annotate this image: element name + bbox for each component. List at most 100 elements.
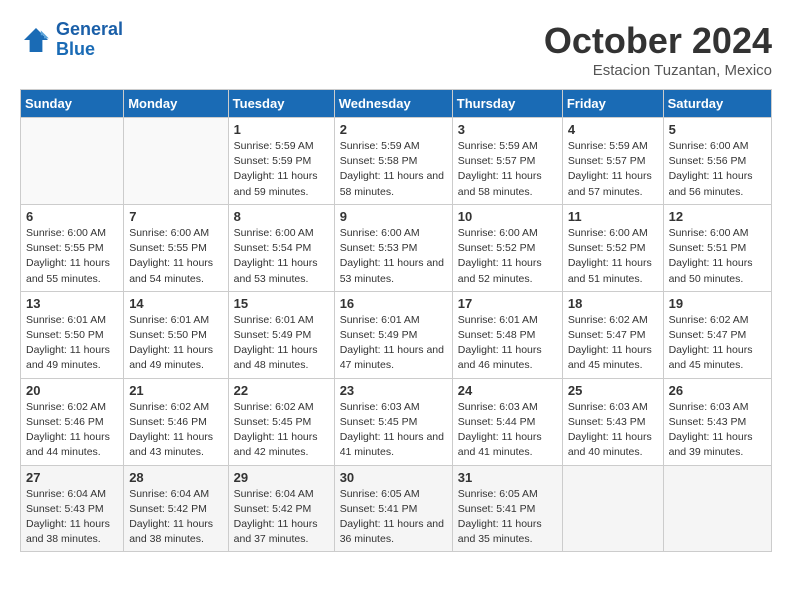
calendar-week-2: 6 Sunrise: 6:00 AMSunset: 5:55 PMDaylight…: [21, 204, 772, 291]
day-info: Sunrise: 6:00 AMSunset: 5:54 PMDaylight:…: [234, 226, 329, 287]
day-number: 3: [458, 122, 557, 137]
calendar-cell: 25 Sunrise: 6:03 AMSunset: 5:43 PMDayligh…: [562, 378, 663, 465]
day-info: Sunrise: 6:03 AMSunset: 5:45 PMDaylight:…: [340, 400, 447, 461]
day-number: 29: [234, 470, 329, 485]
day-number: 21: [129, 383, 222, 398]
day-number: 2: [340, 122, 447, 137]
header-friday: Friday: [562, 90, 663, 118]
calendar-cell: 21 Sunrise: 6:02 AMSunset: 5:46 PMDayligh…: [124, 378, 228, 465]
calendar-cell: 19Sunrise: 6:02 AMSunset: 5:47 PMDayligh…: [663, 291, 771, 378]
day-number: 13: [26, 296, 118, 311]
day-info: Sunrise: 6:02 AMSunset: 5:45 PMDaylight:…: [234, 400, 329, 461]
day-info: Sunrise: 6:04 AMSunset: 5:42 PMDaylight:…: [129, 487, 222, 548]
logo-line2: Blue: [56, 39, 95, 59]
day-number: 11: [568, 209, 658, 224]
day-number: 28: [129, 470, 222, 485]
location: Estacion Tuzantan, Mexico: [544, 62, 772, 79]
logo-line1: General: [56, 19, 123, 39]
calendar-cell: 16 Sunrise: 6:01 AMSunset: 5:49 PMDayligh…: [334, 291, 452, 378]
calendar-cell: 24Sunrise: 6:03 AMSunset: 5:44 PMDayligh…: [452, 378, 562, 465]
calendar-cell: 12 Sunrise: 6:00 AMSunset: 5:51 PMDayligh…: [663, 204, 771, 291]
day-number: 15: [234, 296, 329, 311]
day-info: Sunrise: 6:05 AMSunset: 5:41 PMDaylight:…: [458, 487, 557, 548]
calendar-cell: 27Sunrise: 6:04 AMSunset: 5:43 PMDayligh…: [21, 465, 124, 552]
day-info: Sunrise: 6:03 AMSunset: 5:43 PMDaylight:…: [568, 400, 658, 461]
calendar-cell: 29Sunrise: 6:04 AMSunset: 5:42 PMDayligh…: [228, 465, 334, 552]
calendar-cell: 17 Sunrise: 6:01 AMSunset: 5:48 PMDayligh…: [452, 291, 562, 378]
calendar-cell: 30Sunrise: 6:05 AMSunset: 5:41 PMDayligh…: [334, 465, 452, 552]
calendar-cell: [562, 465, 663, 552]
calendar-cell: 20Sunrise: 6:02 AMSunset: 5:46 PMDayligh…: [21, 378, 124, 465]
header-thursday: Thursday: [452, 90, 562, 118]
day-number: 30: [340, 470, 447, 485]
day-number: 6: [26, 209, 118, 224]
day-info: Sunrise: 6:03 AMSunset: 5:44 PMDaylight:…: [458, 400, 557, 461]
calendar-cell: 1 Sunrise: 5:59 AMSunset: 5:59 PMDaylight…: [228, 118, 334, 205]
calendar-cell: 8 Sunrise: 6:00 AMSunset: 5:54 PMDaylight…: [228, 204, 334, 291]
day-number: 25: [568, 383, 658, 398]
day-number: 23: [340, 383, 447, 398]
day-info: Sunrise: 6:01 AMSunset: 5:50 PMDaylight:…: [129, 313, 222, 374]
day-info: Sunrise: 5:59 AMSunset: 5:57 PMDaylight:…: [458, 139, 557, 200]
day-info: Sunrise: 5:59 AMSunset: 5:59 PMDaylight:…: [234, 139, 329, 200]
calendar-cell: 10 Sunrise: 6:00 AMSunset: 5:52 PMDayligh…: [452, 204, 562, 291]
day-info: Sunrise: 6:04 AMSunset: 5:43 PMDaylight:…: [26, 487, 118, 548]
day-info: Sunrise: 6:01 AMSunset: 5:49 PMDaylight:…: [234, 313, 329, 374]
header-wednesday: Wednesday: [334, 90, 452, 118]
calendar-week-3: 13 Sunrise: 6:01 AMSunset: 5:50 PMDayligh…: [21, 291, 772, 378]
calendar-cell: [663, 465, 771, 552]
calendar-cell: 4 Sunrise: 5:59 AMSunset: 5:57 PMDaylight…: [562, 118, 663, 205]
calendar-cell: [124, 118, 228, 205]
calendar-cell: 15 Sunrise: 6:01 AMSunset: 5:49 PMDayligh…: [228, 291, 334, 378]
calendar-week-5: 27Sunrise: 6:04 AMSunset: 5:43 PMDayligh…: [21, 465, 772, 552]
logo: General Blue: [20, 20, 123, 60]
day-info: Sunrise: 6:01 AMSunset: 5:49 PMDaylight:…: [340, 313, 447, 374]
day-info: Sunrise: 6:03 AMSunset: 5:43 PMDaylight:…: [669, 400, 766, 461]
day-info: Sunrise: 6:00 AMSunset: 5:56 PMDaylight:…: [669, 139, 766, 200]
day-info: Sunrise: 5:59 AMSunset: 5:57 PMDaylight:…: [568, 139, 658, 200]
calendar-cell: 22 Sunrise: 6:02 AMSunset: 5:45 PMDayligh…: [228, 378, 334, 465]
calendar-cell: 3 Sunrise: 5:59 AMSunset: 5:57 PMDaylight…: [452, 118, 562, 205]
day-info: Sunrise: 6:01 AMSunset: 5:50 PMDaylight:…: [26, 313, 118, 374]
logo-text: General Blue: [56, 20, 123, 60]
day-info: Sunrise: 6:02 AMSunset: 5:47 PMDaylight:…: [669, 313, 766, 374]
day-number: 8: [234, 209, 329, 224]
calendar-cell: 9 Sunrise: 6:00 AMSunset: 5:53 PMDaylight…: [334, 204, 452, 291]
calendar-cell: 18Sunrise: 6:02 AMSunset: 5:47 PMDayligh…: [562, 291, 663, 378]
day-info: Sunrise: 6:00 AMSunset: 5:55 PMDaylight:…: [26, 226, 118, 287]
calendar-cell: 28 Sunrise: 6:04 AMSunset: 5:42 PMDayligh…: [124, 465, 228, 552]
calendar-week-4: 20 Sunrise: 6:02 AMSunset: 5:46 PMDayligh…: [21, 378, 772, 465]
calendar-cell: 2 Sunrise: 5:59 AMSunset: 5:58 PMDaylight…: [334, 118, 452, 205]
day-info: Sunrise: 6:00 AMSunset: 5:53 PMDaylight:…: [340, 226, 447, 287]
day-number: 18: [568, 296, 658, 311]
day-number: 4: [568, 122, 658, 137]
header-tuesday: Tuesday: [228, 90, 334, 118]
calendar-header-row: SundayMondayTuesdayWednesdayThursdayFrid…: [21, 90, 772, 118]
calendar-week-1: 1 Sunrise: 5:59 AMSunset: 5:59 PMDaylight…: [21, 118, 772, 205]
day-number: 10: [458, 209, 557, 224]
day-number: 9: [340, 209, 447, 224]
day-info: Sunrise: 6:01 AMSunset: 5:48 PMDaylight:…: [458, 313, 557, 374]
calendar-cell: 14 Sunrise: 6:01 AMSunset: 5:50 PMDayligh…: [124, 291, 228, 378]
day-number: 7: [129, 209, 222, 224]
day-number: 16: [340, 296, 447, 311]
day-info: Sunrise: 6:00 AMSunset: 5:52 PMDaylight:…: [568, 226, 658, 287]
day-number: 12: [669, 209, 766, 224]
day-number: 20: [26, 383, 118, 398]
month-title: October 2024: [544, 20, 772, 62]
day-number: 26: [669, 383, 766, 398]
day-number: 14: [129, 296, 222, 311]
calendar-cell: 23 Sunrise: 6:03 AMSunset: 5:45 PMDayligh…: [334, 378, 452, 465]
day-number: 22: [234, 383, 329, 398]
header-saturday: Saturday: [663, 90, 771, 118]
calendar-cell: 26 Sunrise: 6:03 AMSunset: 5:43 PMDayligh…: [663, 378, 771, 465]
day-info: Sunrise: 6:00 AMSunset: 5:55 PMDaylight:…: [129, 226, 222, 287]
calendar-cell: 13 Sunrise: 6:01 AMSunset: 5:50 PMDayligh…: [21, 291, 124, 378]
day-info: Sunrise: 6:00 AMSunset: 5:52 PMDaylight:…: [458, 226, 557, 287]
calendar-cell: 5Sunrise: 6:00 AMSunset: 5:56 PMDaylight…: [663, 118, 771, 205]
day-info: Sunrise: 6:00 AMSunset: 5:51 PMDaylight:…: [669, 226, 766, 287]
day-info: Sunrise: 5:59 AMSunset: 5:58 PMDaylight:…: [340, 139, 447, 200]
day-number: 17: [458, 296, 557, 311]
day-number: 1: [234, 122, 329, 137]
day-info: Sunrise: 6:02 AMSunset: 5:46 PMDaylight:…: [129, 400, 222, 461]
